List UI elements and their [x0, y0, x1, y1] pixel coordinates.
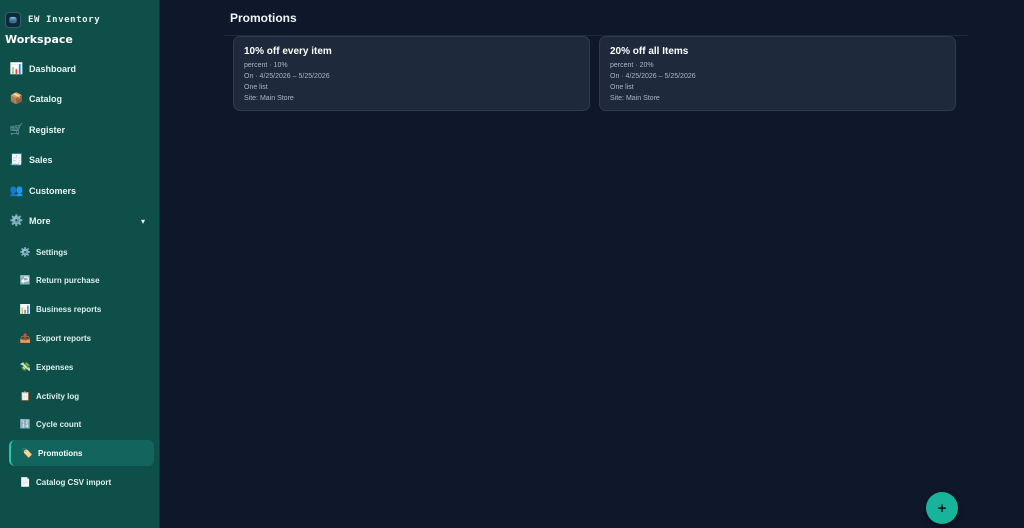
brand-name: EW Inventory [28, 15, 101, 25]
subnav-label: Activity log [36, 391, 80, 401]
subnav-label: Return purchase [36, 275, 100, 285]
chart-icon: 📊 [9, 62, 24, 75]
main-content: Promotions 10% off every item percent · … [160, 0, 1024, 528]
nav-label: Customers [29, 186, 77, 196]
promotion-title: 20% off all Items [610, 46, 689, 57]
promotion-dates: On · 4/25/2026 – 5/25/2026 [610, 73, 696, 80]
subnav-label: Cycle count [36, 419, 82, 429]
promotion-type: percent · 10% [244, 62, 288, 69]
nav-register[interactable]: 🛒 Register [10, 120, 65, 140]
subnav-expenses[interactable]: 💸 Expenses [20, 358, 73, 376]
promotion-site: Site: Main Store [244, 95, 294, 102]
add-promotion-button[interactable]: + [926, 492, 958, 524]
app-root: EW Inventory Workspace 📊 Dashboard 📦 Cat… [0, 0, 1024, 528]
promotion-title: 10% off every item [244, 46, 332, 57]
chart-icon: 📊 [19, 303, 32, 314]
subnav-label: Promotions [38, 448, 83, 458]
cart-icon: 🛒 [9, 123, 24, 136]
promotion-scope: One list [610, 84, 634, 91]
box-icon [5, 12, 21, 28]
subnav-label: Catalog CSV import [36, 477, 112, 487]
nav-label: Register [29, 125, 66, 135]
users-icon: 👥 [9, 184, 24, 197]
subnav-cycle-count[interactable]: 🔢 Cycle count [20, 415, 81, 433]
chevron-down-icon[interactable]: ▾ [141, 217, 145, 226]
clipboard-icon: 📋 [19, 390, 32, 401]
money-icon: 💸 [19, 361, 32, 372]
promotion-dates: On · 4/25/2026 – 5/25/2026 [244, 73, 330, 80]
document-icon: 📄 [19, 476, 32, 487]
nav-label: Dashboard [29, 64, 77, 74]
subnav-settings[interactable]: ⚙️ Settings [20, 243, 68, 261]
nav-sales[interactable]: 🧾 Sales [10, 150, 53, 170]
promotion-card[interactable]: 20% off all Items percent · 20% On · 4/2… [599, 36, 956, 111]
subnav-return-purchase[interactable]: ↩️ Return purchase [20, 271, 100, 289]
subnav-promotions[interactable]: 🏷️ Promotions [21, 444, 83, 462]
promotion-type: percent · 20% [610, 62, 654, 69]
subnav-activity-log[interactable]: 📋 Activity log [20, 387, 79, 405]
nav-label: Sales [29, 155, 53, 165]
nav-customers[interactable]: 👥 Customers [10, 181, 76, 201]
sidebar: EW Inventory Workspace 📊 Dashboard 📦 Cat… [0, 0, 160, 528]
page-title: Promotions [230, 11, 297, 25]
tag-icon: 🏷️ [21, 447, 34, 458]
subnav-label: Business reports [36, 304, 102, 314]
promotion-site: Site: Main Store [610, 95, 660, 102]
promotion-card[interactable]: 10% off every item percent · 10% On · 4/… [233, 36, 590, 111]
receipt-icon: 🧾 [9, 153, 24, 166]
subnav-label: Export reports [36, 333, 92, 343]
nav-label: More [29, 216, 51, 226]
workspace-label: Workspace [5, 33, 73, 46]
nav-label: Catalog [29, 94, 63, 104]
subnav-export-reports[interactable]: 📤 Export reports [20, 329, 91, 347]
brand[interactable]: EW Inventory [5, 12, 100, 28]
gear-icon: ⚙️ [9, 214, 24, 227]
nav-catalog[interactable]: 📦 Catalog [10, 89, 62, 109]
package-icon: 📦 [9, 92, 24, 105]
subnav-business-reports[interactable]: 📊 Business reports [20, 300, 101, 318]
subnav-catalog-csv-import[interactable]: 📄 Catalog CSV import [20, 473, 111, 491]
promotion-scope: One list [244, 84, 268, 91]
nav-dashboard[interactable]: 📊 Dashboard [10, 59, 76, 79]
subnav-label: Settings [36, 247, 68, 257]
subnav-label: Expenses [36, 362, 74, 372]
return-icon: ↩️ [19, 274, 32, 285]
gear-icon: ⚙️ [19, 246, 32, 257]
nav-more[interactable]: ⚙️ More [10, 211, 51, 231]
plus-icon: + [937, 499, 947, 517]
export-icon: 📤 [19, 332, 32, 343]
numbers-icon: 🔢 [19, 418, 32, 429]
